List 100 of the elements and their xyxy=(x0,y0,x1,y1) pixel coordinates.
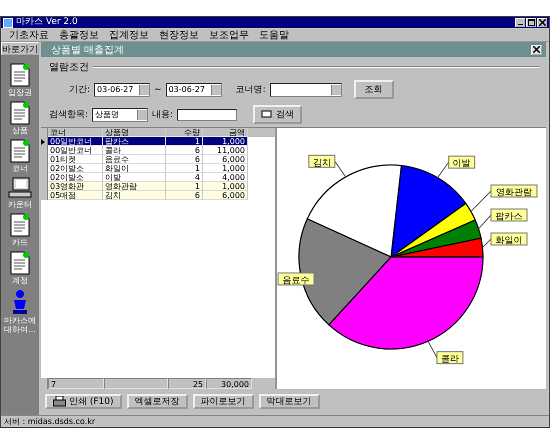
group-label: 열람조건 xyxy=(49,61,89,74)
shortcut-label[interactable]: 입장권 xyxy=(1,88,39,97)
document-icon[interactable] xyxy=(10,139,30,163)
table-cell: 00일반코너 xyxy=(48,146,103,155)
table-cell: 6 xyxy=(166,146,203,155)
shortcut-label[interactable]: 코너 xyxy=(1,164,39,173)
table-cell: 팝카스 xyxy=(103,137,166,146)
slice-label: 이발 xyxy=(452,159,471,170)
slice-label: 콜라 xyxy=(440,354,459,365)
table-cell: 01티켓 xyxy=(48,155,103,164)
table-row[interactable]: 00일반코너 팝카스 1 1,000 xyxy=(41,137,275,146)
slice-label: 화일이 xyxy=(496,236,522,246)
corner-dropdown[interactable] xyxy=(270,82,342,96)
status-bar: 서버 : midas.dsds.co.kr xyxy=(1,415,549,427)
menu-item[interactable]: 총괄정보 xyxy=(59,28,99,42)
table-cell: 콜라 xyxy=(103,146,166,155)
action-button[interactable]: 엑셀로저장 xyxy=(126,394,188,408)
slice-label: 콜라 xyxy=(436,351,464,365)
maximize-button[interactable] xyxy=(526,18,536,27)
document-icon[interactable] xyxy=(10,213,30,237)
document-icon[interactable] xyxy=(10,101,30,125)
slice-label: 팝카스 xyxy=(496,212,522,222)
table-cell: 음료수 xyxy=(103,155,166,164)
table-cell: 03영화관 xyxy=(48,182,103,191)
table-row[interactable]: 05매점 김치 6 6,000 xyxy=(41,191,275,200)
panel-title: 상품별 매출집계 xyxy=(51,44,124,56)
table-cell: 1,000 xyxy=(203,164,248,173)
leader-line xyxy=(482,238,492,248)
leader-line xyxy=(478,214,492,230)
menu-item[interactable]: 도움말 xyxy=(259,28,289,42)
monitor-icon xyxy=(261,110,274,119)
close-button[interactable] xyxy=(537,18,547,27)
table-cell: 1 xyxy=(166,137,203,146)
minimize-button[interactable] xyxy=(515,18,525,27)
computer-icon[interactable] xyxy=(8,177,32,199)
leader-line xyxy=(334,160,346,178)
search-button[interactable]: 검색 xyxy=(253,105,302,124)
window-title: 마카스 Ver 2.0 xyxy=(16,17,79,28)
shortcut-header[interactable]: 바로가기 xyxy=(1,42,39,55)
leader-line xyxy=(437,162,450,178)
table-cell: 화일이 xyxy=(103,164,166,173)
table-cell: 05매점 xyxy=(48,191,103,200)
slice-label: 영화관람 xyxy=(496,188,532,198)
action-button[interactable]: 막대로보기 xyxy=(258,394,320,408)
table-cell: 1,000 xyxy=(203,137,248,146)
table-cell: 영화관람 xyxy=(103,182,166,191)
menu-item[interactable]: 보조업무 xyxy=(209,28,249,42)
table-row[interactable]: 00일반코너 콜라 6 11,000 xyxy=(41,146,275,155)
printer-icon xyxy=(53,396,66,406)
app-icon xyxy=(3,18,13,28)
quantity-total: 25 xyxy=(168,378,206,389)
table-cell: 6,000 xyxy=(203,191,248,200)
slice-label: 음료수 xyxy=(278,272,314,286)
amount-total: 30,000 xyxy=(206,378,252,389)
leader-line xyxy=(428,340,438,358)
period-label: 기간: xyxy=(69,84,90,96)
document-icon[interactable] xyxy=(10,63,30,87)
slice-label: 화일이 xyxy=(490,232,528,246)
table-cell: 00일반코너 xyxy=(48,137,103,146)
date-dropdown[interactable]: 03-06-27 xyxy=(94,82,150,96)
table-row[interactable]: 02이발소 화일이 1 1,000 xyxy=(41,164,275,173)
table-cell: 11,000 xyxy=(203,146,248,155)
action-button[interactable]: 파이로보기 xyxy=(192,394,254,408)
table-row[interactable]: 01티켓 음료수 6 6,000 xyxy=(41,155,275,164)
menu-item[interactable]: 집계정보 xyxy=(109,28,149,42)
shortcut-label[interactable]: 카운터 xyxy=(1,200,39,209)
slice-label: 팝카스 xyxy=(490,208,528,222)
shortcut-label[interactable]: 상품 xyxy=(1,126,39,135)
document-icon[interactable] xyxy=(10,251,30,275)
table-cell: 02이발소 xyxy=(48,164,103,173)
table-cell: 6 xyxy=(166,191,203,200)
corner-label: 코너명: xyxy=(236,84,266,96)
row-count: 7 xyxy=(48,378,104,389)
slice-label: 김치 xyxy=(308,154,336,168)
table-cell: 6,000 xyxy=(203,155,248,164)
query-button[interactable]: 조회 xyxy=(354,80,394,99)
table-cell: 1 xyxy=(166,164,203,173)
shortcut-label[interactable]: 계정 xyxy=(1,276,39,285)
shortcut-label[interactable]: 마카스에 대하여... xyxy=(1,316,39,334)
date-dropdown[interactable]: 03-06-27 xyxy=(166,82,222,96)
slice-label: 이발 xyxy=(448,156,476,170)
slice-label: 음료수 xyxy=(282,276,310,286)
leader-line xyxy=(470,190,492,212)
slice-label: 영화관람 xyxy=(490,184,538,198)
footer-cell xyxy=(104,378,168,389)
menu-item[interactable]: 기초자료 xyxy=(9,28,49,42)
content-input[interactable] xyxy=(177,108,238,120)
content-label: 내용: xyxy=(152,109,174,121)
menu-item[interactable]: 현장정보 xyxy=(159,28,199,42)
table-cell: 1,000 xyxy=(203,182,248,191)
range-separator: ~ xyxy=(154,84,162,94)
table-cell: 1 xyxy=(166,182,203,191)
table-cell: 6 xyxy=(166,155,203,164)
slice-label: 김치 xyxy=(312,158,331,168)
person-icon[interactable] xyxy=(12,289,28,315)
shortcut-label[interactable]: 카드 xyxy=(1,238,39,247)
action-button[interactable]: 인쇄 (F10) xyxy=(45,394,122,408)
search-field-dropdown[interactable]: 상품명 xyxy=(92,108,148,122)
table-cell: 김치 xyxy=(103,191,166,200)
search-label: 검색항목: xyxy=(49,109,88,121)
